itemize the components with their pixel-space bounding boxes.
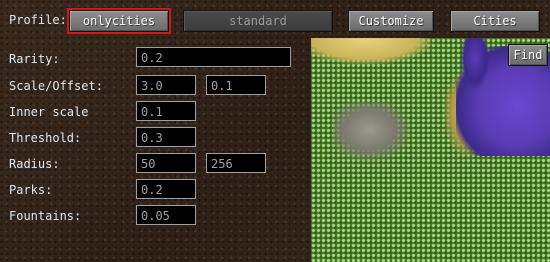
threshold-label: Threshold: bbox=[9, 131, 82, 145]
inner-scale-label: Inner scale bbox=[9, 105, 89, 119]
city-region bbox=[333, 102, 413, 164]
parks-field[interactable]: 0.2 bbox=[136, 179, 196, 199]
find-button[interactable]: Find bbox=[508, 44, 548, 66]
water-channel bbox=[461, 38, 489, 88]
radius-max-field[interactable]: 256 bbox=[206, 153, 266, 173]
scale-field[interactable]: 3.0 bbox=[136, 75, 196, 95]
threshold-field[interactable]: 0.3 bbox=[136, 127, 196, 147]
profile-standard-button[interactable]: standard bbox=[183, 10, 333, 32]
inner-scale-field[interactable]: 0.1 bbox=[136, 101, 196, 121]
scale-offset-label: Scale/Offset: bbox=[9, 79, 103, 93]
profile-label: Profile: bbox=[9, 13, 67, 27]
parks-label: Parks: bbox=[9, 183, 53, 197]
radius-min-field[interactable]: 50 bbox=[136, 153, 196, 173]
customize-button[interactable]: Customize bbox=[348, 10, 434, 32]
offset-field[interactable]: 0.1 bbox=[206, 75, 266, 95]
sand-region bbox=[311, 38, 431, 64]
profile-onlycities-button[interactable]: onlycities bbox=[67, 8, 171, 34]
cities-button[interactable]: Cities bbox=[450, 10, 540, 32]
radius-label: Radius: bbox=[9, 157, 60, 171]
rarity-field[interactable]: 0.2 bbox=[136, 47, 291, 67]
map-preview[interactable] bbox=[311, 38, 550, 262]
fountains-label: Fountains: bbox=[9, 209, 82, 223]
fountains-field[interactable]: 0.05 bbox=[136, 205, 196, 225]
rarity-label: Rarity: bbox=[9, 52, 60, 66]
